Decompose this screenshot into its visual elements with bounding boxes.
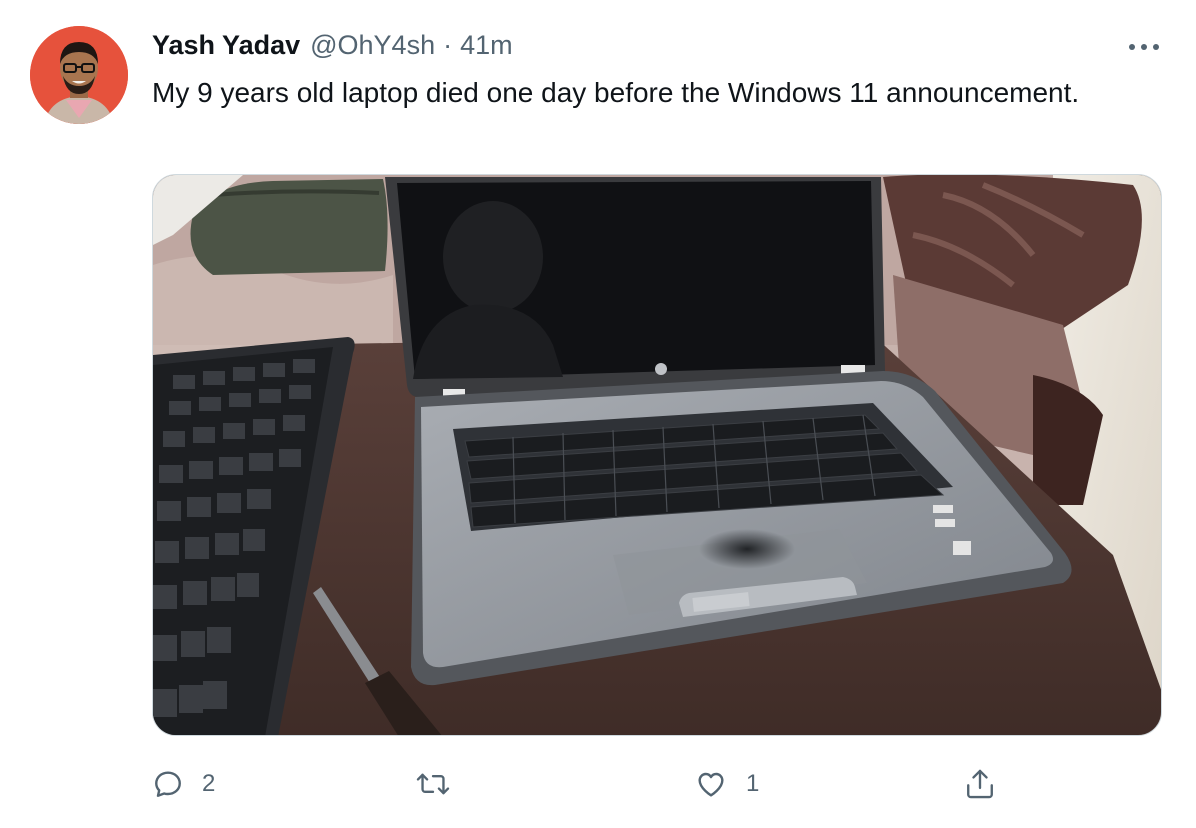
author-name[interactable]: Yash Yadav — [152, 30, 300, 61]
laptop-photo — [153, 175, 1161, 735]
more-button[interactable] — [1122, 34, 1166, 60]
share-button[interactable] — [964, 760, 996, 808]
tweet-text: My 9 years old laptop died one day befor… — [152, 77, 1080, 108]
avatar[interactable] — [30, 26, 128, 124]
tweet-photo[interactable] — [152, 174, 1162, 736]
reply-button[interactable]: 2 — [152, 760, 215, 808]
more-horizontal-icon — [1129, 44, 1159, 50]
timestamp[interactable]: 41m — [460, 30, 513, 61]
tweet-header: Yash Yadav @OhY4sh · 41m — [152, 30, 513, 66]
retweet-button[interactable] — [416, 760, 468, 808]
separator: · — [443, 30, 453, 60]
reply-count: 2 — [202, 770, 216, 797]
reply-icon — [155, 771, 181, 797]
avatar-image — [30, 26, 128, 124]
like-count: 1 — [746, 770, 760, 797]
retweet-icon — [416, 773, 450, 795]
share-icon — [967, 769, 993, 799]
author-handle[interactable]: @OhY4sh — [310, 30, 435, 61]
heart-icon — [698, 772, 724, 797]
like-button[interactable]: 1 — [694, 760, 759, 808]
tweet: Yash Yadav @OhY4sh · 41m My 9 years old … — [0, 0, 1196, 828]
action-bar: 2 1 — [152, 760, 1162, 808]
